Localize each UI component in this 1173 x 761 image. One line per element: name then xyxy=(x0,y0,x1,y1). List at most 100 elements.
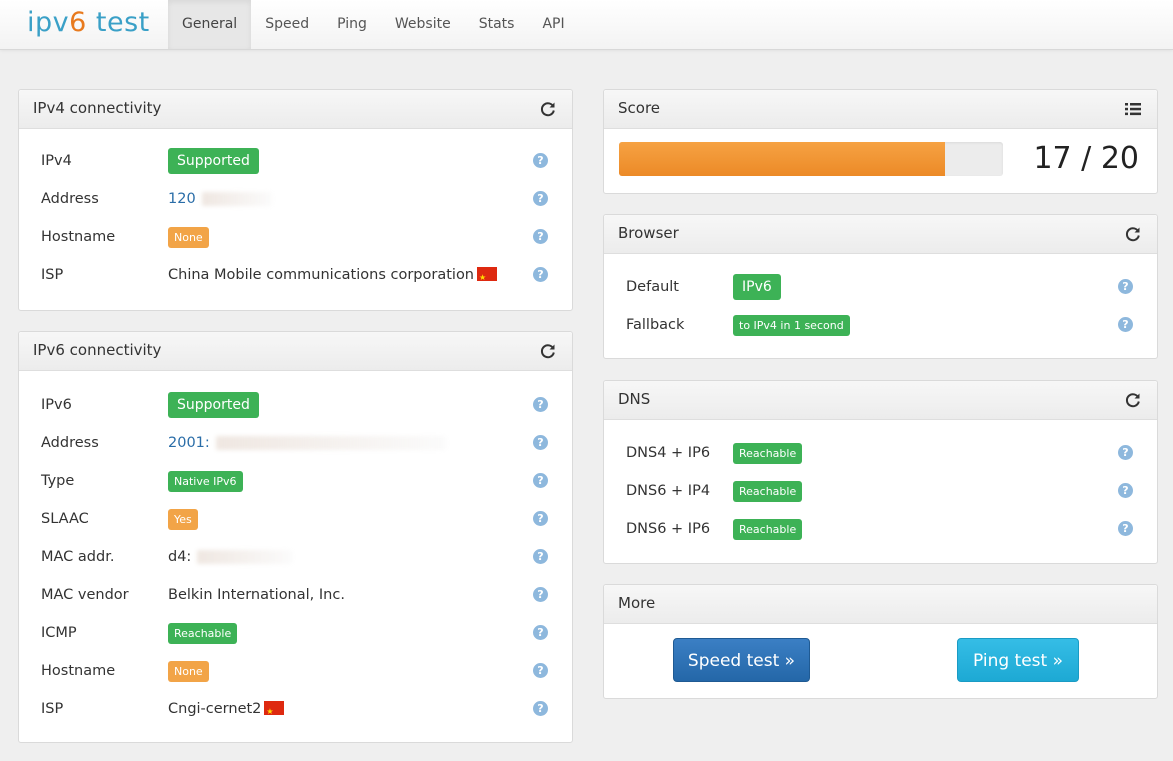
row-value: Reachable xyxy=(168,620,238,646)
row-label: IPv6 xyxy=(41,397,72,413)
row-label: MAC addr. xyxy=(41,549,115,565)
status-badge: Yes xyxy=(168,509,198,530)
panel-title: IPv6 connectivity xyxy=(33,341,162,359)
ipv6-panel: IPv6 connectivity IPv6 Supported? Address 2… xyxy=(18,331,573,743)
panel-title: More xyxy=(618,594,656,612)
address-link[interactable]: 120 xyxy=(168,191,196,207)
dns-panel: DNS DNS4 + IP6 Reachable? DNS6 + IP4 Reacha… xyxy=(603,380,1158,564)
status-badge: Supported xyxy=(168,392,259,418)
question-mark-icon[interactable]: ? xyxy=(533,397,548,412)
ipv4-row: Address 120? xyxy=(41,186,550,212)
question-mark-icon[interactable]: ? xyxy=(533,587,548,602)
row-value: Reachable xyxy=(733,440,803,466)
value-text: Belkin International, Inc. xyxy=(168,587,345,603)
tab-general[interactable]: General xyxy=(168,0,252,49)
china-flag-icon xyxy=(264,699,285,725)
ping-test-button[interactable]: Ping test » xyxy=(957,638,1079,682)
ipv6-row: Hostname None? xyxy=(41,658,550,684)
ipv6-row: ISP Cngi-cernet2? xyxy=(41,696,550,725)
ipv6-row: Type Native IPv6? xyxy=(41,468,550,494)
status-badge: Reachable xyxy=(733,519,803,540)
row-label: ISP xyxy=(41,701,64,717)
main-nav: General Speed Ping Website Stats API xyxy=(168,0,579,49)
ipv4-row: ISP China Mobile communications corporati… xyxy=(41,262,550,291)
status-badge: Native IPv6 xyxy=(168,471,243,492)
redacted-value xyxy=(201,192,272,206)
question-mark-icon[interactable]: ? xyxy=(533,549,548,564)
question-mark-icon[interactable]: ? xyxy=(533,473,548,488)
score-progress-bar xyxy=(619,142,1003,176)
logo[interactable]: ipv6 test xyxy=(27,6,150,40)
address-link[interactable]: 2001: xyxy=(168,435,210,451)
status-badge: Reachable xyxy=(168,623,238,644)
row-label: Type xyxy=(41,473,75,489)
ipv4-panel: IPv4 connectivity IPv4 Supported? Address 1… xyxy=(18,89,573,311)
top-bar: ipv6 test General Speed Ping Website Sta… xyxy=(0,0,1173,50)
tab-website[interactable]: Website xyxy=(381,0,465,49)
question-mark-icon[interactable]: ? xyxy=(1118,483,1133,498)
refresh-icon[interactable] xyxy=(1124,391,1142,409)
speed-test-button[interactable]: Speed test » xyxy=(673,638,810,682)
value-text: China Mobile communications corporation xyxy=(168,267,475,283)
ipv4-panel-header: IPv4 connectivity xyxy=(19,90,572,129)
question-mark-icon[interactable]: ? xyxy=(1118,445,1133,460)
row-label: SLAAC xyxy=(41,511,89,527)
refresh-icon[interactable] xyxy=(539,100,557,118)
question-mark-icon[interactable]: ? xyxy=(1118,317,1133,332)
value-text: Cngi-cernet2 xyxy=(168,701,262,717)
question-mark-icon[interactable]: ? xyxy=(533,435,548,450)
score-progress-fill xyxy=(619,142,946,176)
row-label: Hostname xyxy=(41,663,116,679)
question-mark-icon[interactable]: ? xyxy=(533,663,548,678)
question-mark-icon[interactable]: ? xyxy=(533,153,548,168)
ipv4-row: IPv4 Supported? xyxy=(41,148,550,174)
row-value: Reachable xyxy=(733,516,803,542)
row-label: DNS6 + IP4 xyxy=(626,483,711,499)
list-icon[interactable] xyxy=(1124,100,1142,118)
more-panel-header: More xyxy=(604,585,1157,624)
browser-panel: Browser Default IPv6? Fallback to IPv4 in 1… xyxy=(603,214,1158,359)
question-mark-icon[interactable]: ? xyxy=(533,625,548,640)
row-value: IPv6 xyxy=(733,274,781,300)
question-mark-icon[interactable]: ? xyxy=(533,701,548,716)
row-value: Supported xyxy=(168,392,259,418)
panel-title: Browser xyxy=(618,224,679,242)
question-mark-icon[interactable]: ? xyxy=(1118,279,1133,294)
ipv6-row: ICMP Reachable? xyxy=(41,620,550,646)
row-label: ISP xyxy=(41,267,64,283)
ipv6-row: IPv6 Supported? xyxy=(41,392,550,418)
row-value: 120 xyxy=(168,186,272,212)
row-label: MAC vendor xyxy=(41,587,129,603)
row-label: Address xyxy=(41,435,99,451)
tab-speed[interactable]: Speed xyxy=(251,0,323,49)
status-badge: IPv6 xyxy=(733,274,781,300)
question-mark-icon[interactable]: ? xyxy=(1118,521,1133,536)
tab-ping[interactable]: Ping xyxy=(323,0,381,49)
panel-title: DNS xyxy=(618,390,651,408)
refresh-icon[interactable] xyxy=(1124,225,1142,243)
row-label: Address xyxy=(41,191,99,207)
row-label: IPv4 xyxy=(41,153,72,169)
panel-title: IPv4 connectivity xyxy=(33,99,162,117)
status-badge: Reachable xyxy=(733,443,803,464)
question-mark-icon[interactable]: ? xyxy=(533,267,548,282)
dns-row: DNS4 + IP6 Reachable? xyxy=(626,440,1135,466)
status-badge: None xyxy=(168,661,209,682)
dns-row: DNS6 + IP4 Reachable? xyxy=(626,478,1135,504)
dns-panel-header: DNS xyxy=(604,381,1157,420)
score-panel-header: Score xyxy=(604,90,1157,129)
question-mark-icon[interactable]: ? xyxy=(533,511,548,526)
refresh-icon[interactable] xyxy=(539,342,557,360)
question-mark-icon[interactable]: ? xyxy=(533,191,548,206)
row-label: Default xyxy=(626,279,679,295)
more-panel: More Speed test » Ping test » xyxy=(603,584,1158,699)
tab-stats[interactable]: Stats xyxy=(465,0,529,49)
ipv6-row: Address 2001:? xyxy=(41,430,550,456)
browser-panel-header: Browser xyxy=(604,215,1157,254)
question-mark-icon[interactable]: ? xyxy=(533,229,548,244)
row-value: to IPv4 in 1 second xyxy=(733,312,850,338)
tab-api[interactable]: API xyxy=(528,0,578,49)
row-value: None xyxy=(168,658,209,684)
panel-title: Score xyxy=(618,99,661,117)
row-value: China Mobile communications corporation xyxy=(168,262,498,291)
